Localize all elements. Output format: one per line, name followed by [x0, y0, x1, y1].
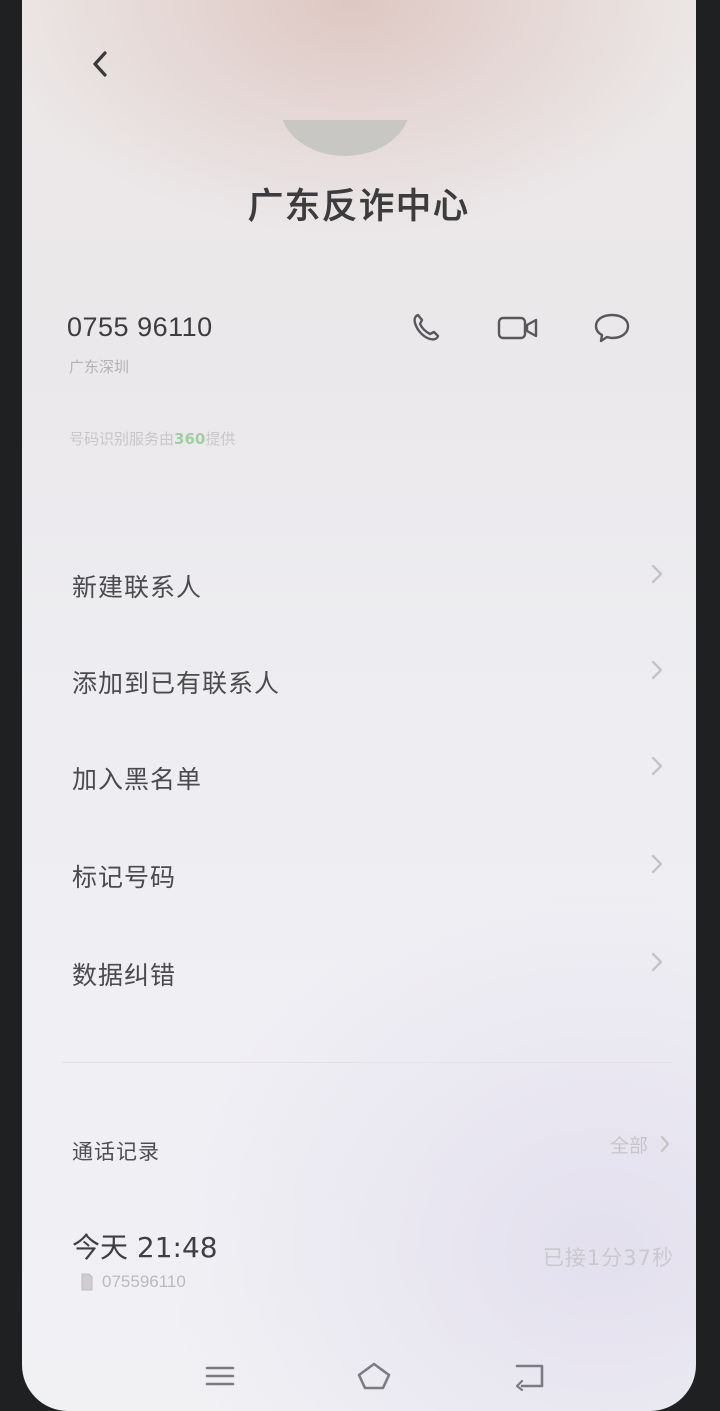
call-log-time: 今天 21:48	[72, 1231, 218, 1264]
back-icon	[515, 1364, 544, 1391]
menu-data-correction[interactable]: 数据纠错	[62, 938, 672, 1008]
menu-add-to-blacklist[interactable]: 加入黑名单	[62, 742, 672, 812]
video-call-button[interactable]	[490, 300, 546, 356]
contact-detail-screen: 广东反诈中心 0755 96110 广东深圳 号码识别服务由360提供 新建联系…	[22, 0, 696, 1411]
nav-menu-button[interactable]	[190, 1356, 250, 1396]
menu-add-to-existing-contact[interactable]: 添加到已有联系人	[62, 646, 672, 716]
number-location: 广东深圳	[69, 358, 130, 376]
system-nav-bar	[22, 1350, 696, 1400]
home-icon	[357, 1362, 391, 1390]
chevron-right-icon	[651, 564, 663, 584]
menu-icon	[205, 1366, 235, 1386]
menu-item-label: 标记号码	[72, 863, 177, 892]
menu-new-contact[interactable]: 新建联系人	[62, 550, 672, 620]
all-label: 全部	[609, 1134, 648, 1157]
call-button[interactable]	[398, 300, 454, 356]
nav-back-button[interactable]	[500, 1356, 560, 1396]
nav-home-button[interactable]	[344, 1356, 404, 1396]
menu-mark-number[interactable]: 标记号码	[62, 840, 672, 910]
contact-name: 广东反诈中心	[247, 187, 470, 227]
id-service-provider: 号码识别服务由360提供	[69, 428, 235, 449]
sim-card-icon	[81, 1273, 93, 1291]
chevron-right-icon	[660, 1135, 670, 1153]
menu-item-label: 新建联系人	[72, 573, 203, 602]
avatar	[280, 56, 410, 156]
call-log-number-text: 075596110	[102, 1272, 186, 1291]
provider-brand: 360	[174, 430, 206, 448]
menu-item-label: 数据纠错	[72, 961, 177, 990]
back-button[interactable]	[82, 44, 118, 84]
section-divider	[62, 1062, 672, 1063]
video-camera-icon	[497, 316, 538, 340]
menu-item-label: 添加到已有联系人	[72, 669, 281, 698]
call-log-header: 通话记录	[72, 1140, 160, 1164]
chevron-right-icon	[651, 756, 663, 776]
call-log-number: 075596110	[80, 1272, 186, 1292]
call-log-status: 已接1分37秒	[542, 1246, 674, 1270]
message-button[interactable]	[584, 300, 640, 356]
chevron-right-icon	[651, 660, 663, 680]
chevron-left-icon	[93, 51, 107, 77]
phone-number: 0755 96110	[67, 312, 213, 342]
call-log-all-link[interactable]: 全部	[610, 1128, 672, 1160]
phone-icon	[413, 313, 440, 341]
chevron-right-icon	[651, 854, 663, 874]
provider-prefix: 号码识别服务由	[69, 430, 175, 448]
chat-bubble-icon	[594, 313, 630, 343]
provider-suffix: 提供	[205, 430, 236, 448]
chevron-right-icon	[651, 952, 663, 972]
menu-item-label: 加入黑名单	[72, 765, 203, 794]
